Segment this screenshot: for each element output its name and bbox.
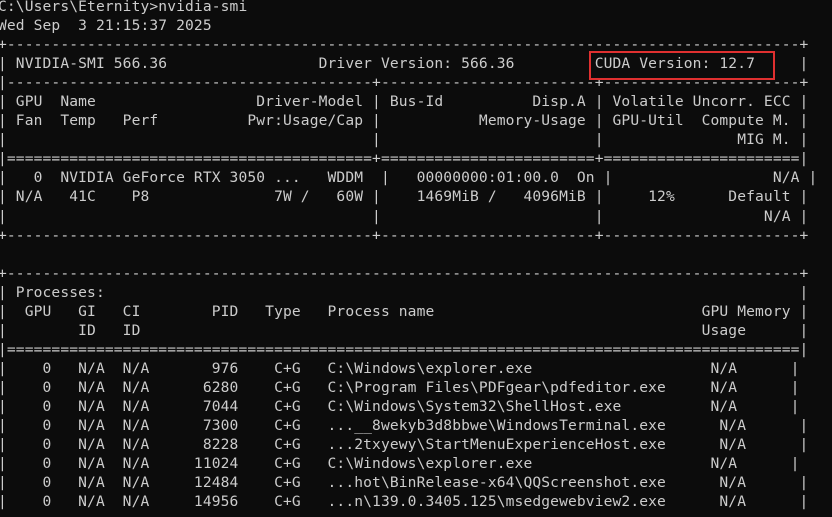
gpu-row-line: | 0 NVIDIA GeForce RTX 3050 ... WDDM | 0… bbox=[0, 169, 818, 187]
table-border: +---------------------------------------… bbox=[0, 264, 809, 282]
table-border: +---------------------------------------… bbox=[0, 36, 809, 54]
process-header-line: | ID ID Usage | bbox=[0, 321, 809, 339]
processes-title-line: | Processes: | bbox=[0, 283, 809, 301]
gpu-row-line: | | | N/A | bbox=[0, 207, 809, 225]
gpu-row-line: | N/A 41C P8 7W / 60W | 1469MiB / 4096Mi… bbox=[0, 188, 809, 206]
table-separator: |=======================================… bbox=[0, 150, 809, 168]
process-row: | 0 N/A N/A 6280 C+G C:\Program Files\PD… bbox=[0, 378, 800, 396]
table-border: +---------------------------------------… bbox=[0, 226, 809, 244]
terminal-window[interactable]: C:\Users\Eternity>nvidia-smi Wed Sep 3 2… bbox=[0, 0, 832, 517]
timestamp-line: Wed Sep 3 21:15:37 2025 bbox=[0, 17, 212, 35]
process-row: | 0 N/A N/A 7044 C+G C:\Windows\System32… bbox=[0, 397, 800, 415]
command-prompt-line: C:\Users\Eternity>nvidia-smi bbox=[0, 0, 248, 15]
process-row: | 0 N/A N/A 11024 C+G C:\Windows\explore… bbox=[0, 455, 800, 473]
process-row: | 0 N/A N/A 7300 C+G ...__8wekyb3d8bbwe\… bbox=[0, 417, 809, 435]
process-row: | 0 N/A N/A 14956 C+G ...n\139.0.3405.12… bbox=[0, 493, 809, 511]
process-header-line: | GPU GI CI PID Type Process name GPU Me… bbox=[0, 302, 809, 320]
table-border: |---------------------------------------… bbox=[0, 74, 809, 92]
gpu-header-line: | GPU Name Driver-Model | Bus-Id Disp.A … bbox=[0, 93, 809, 111]
process-row: | 0 N/A N/A 8228 C+G ...2txyewy\StartMen… bbox=[0, 436, 809, 454]
gpu-header-line: | | | MIG M. | bbox=[0, 131, 809, 149]
table-separator: |=======================================… bbox=[0, 340, 809, 358]
process-row: | 0 N/A N/A 12484 C+G ...hot\BinRelease-… bbox=[0, 474, 809, 492]
version-line: | NVIDIA-SMI 566.36 Driver Version: 566.… bbox=[0, 55, 809, 73]
gpu-header-line: | Fan Temp Perf Pwr:Usage/Cap | Memory-U… bbox=[0, 112, 809, 130]
process-row: | 0 N/A N/A 976 C+G C:\Windows\explorer.… bbox=[0, 359, 800, 377]
